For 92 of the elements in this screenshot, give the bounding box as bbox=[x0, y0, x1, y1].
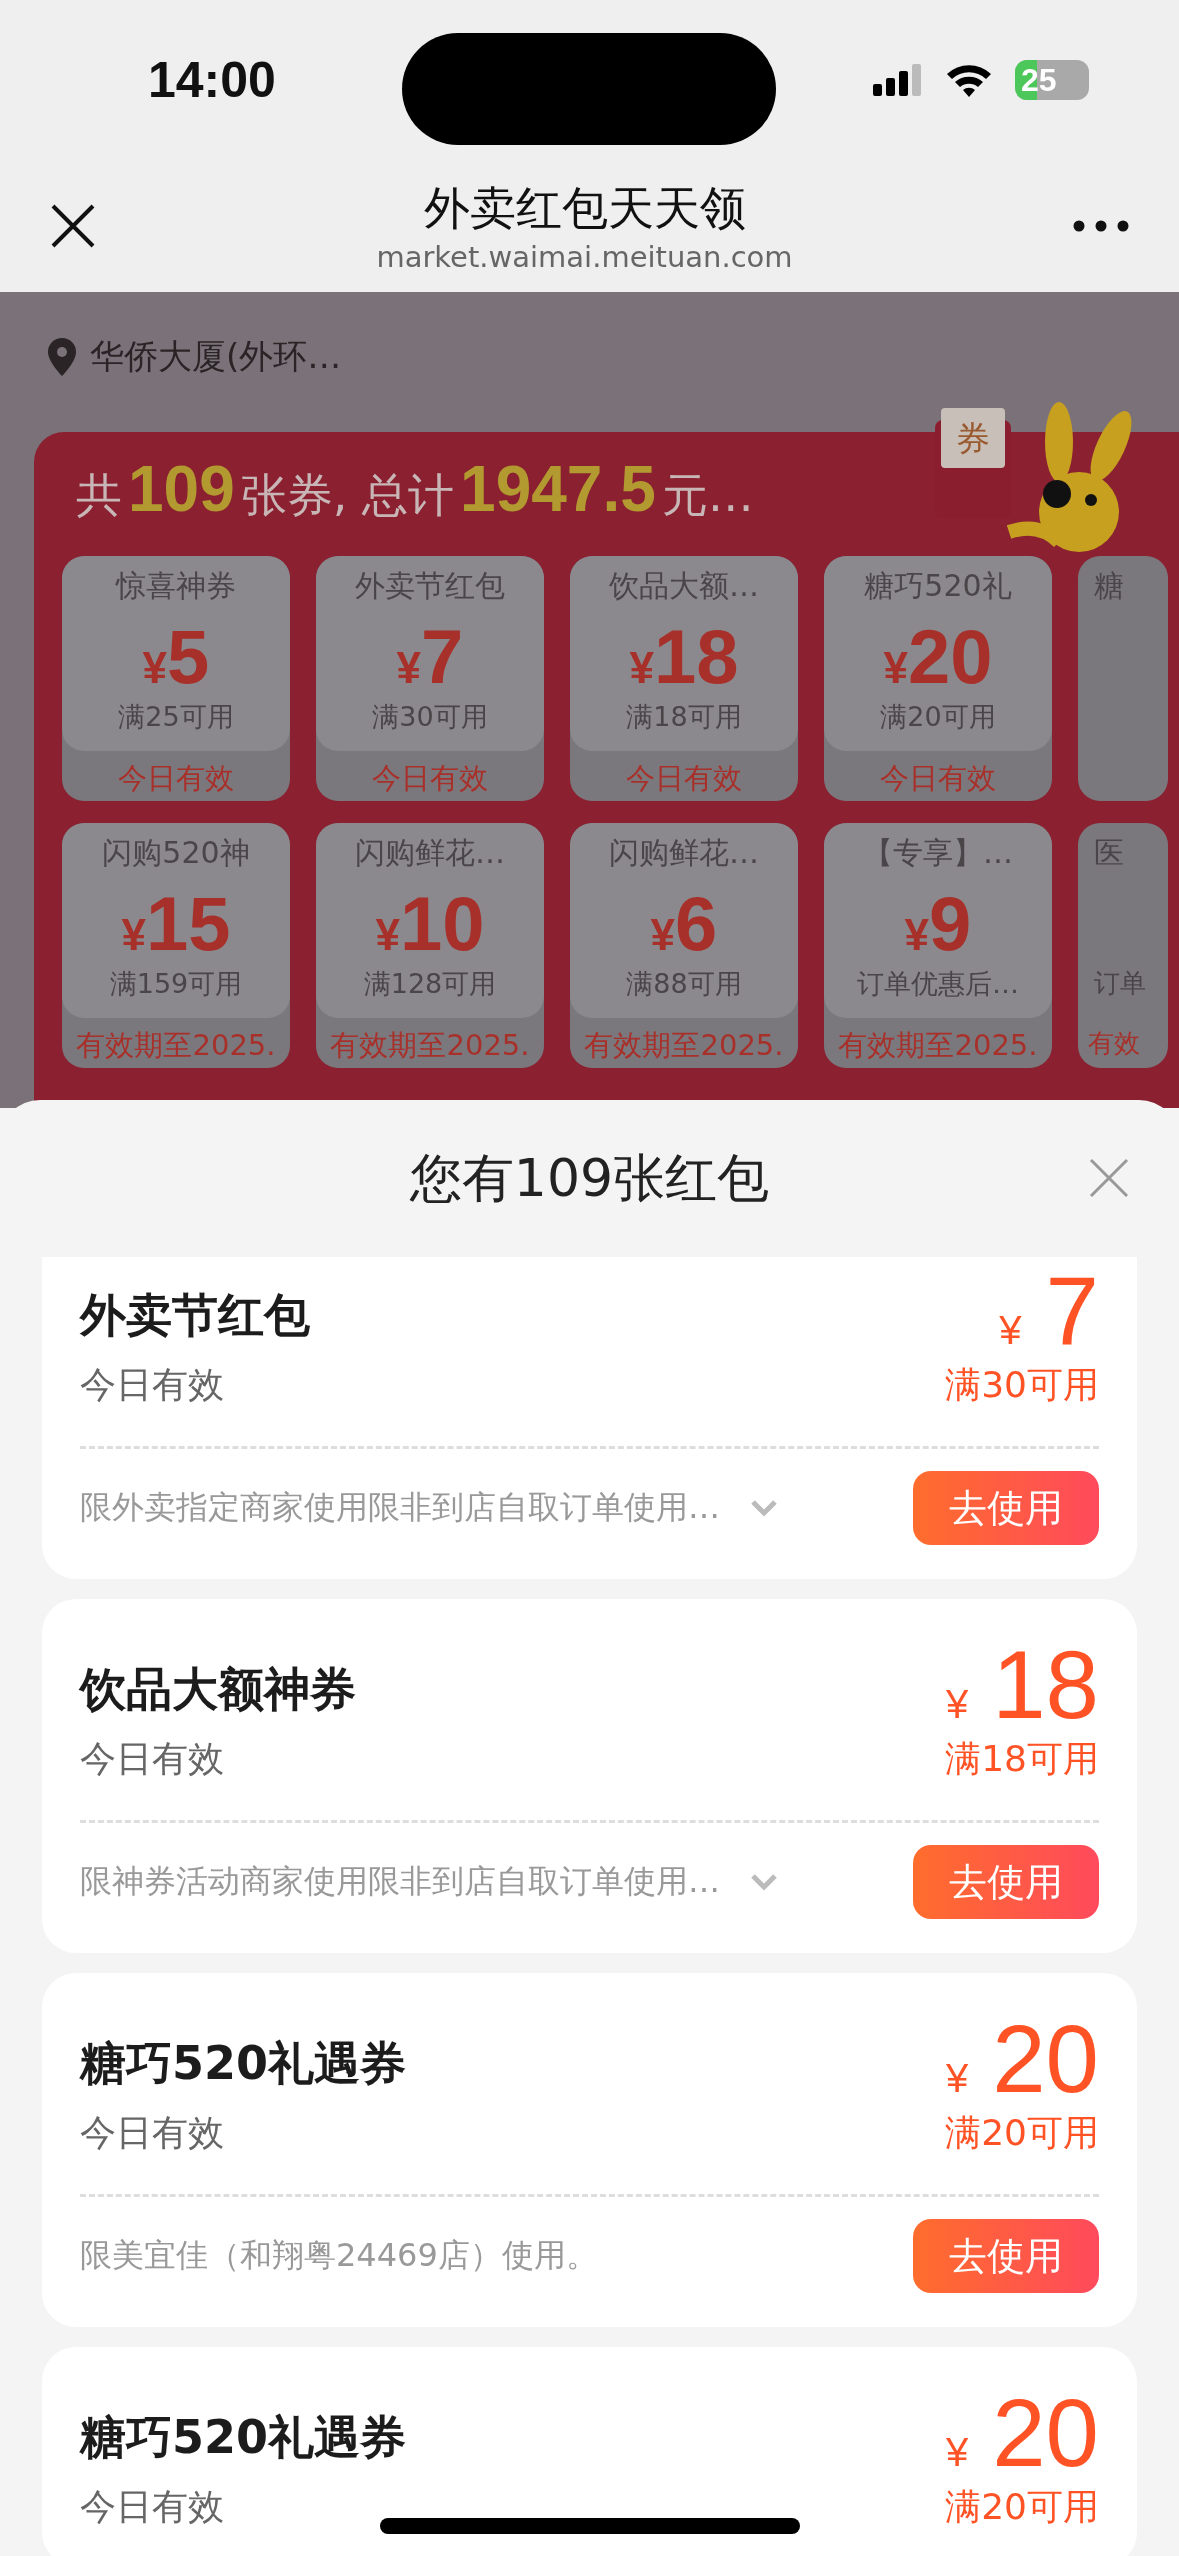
coupon-amount: 20 bbox=[992, 2383, 1099, 2483]
use-button[interactable]: 去使用 bbox=[913, 1845, 1099, 1919]
usage-rule: 限神券活动商家使用限非到店自取订单使用… bbox=[80, 1861, 720, 1902]
currency-symbol: ¥ bbox=[945, 2430, 969, 2475]
currency-symbol: ¥ bbox=[650, 910, 676, 960]
coupon-name: 外卖节红包 bbox=[355, 567, 505, 605]
coupon-name: 饮品大额… bbox=[609, 567, 759, 605]
coupon-name: 闪购鲜花… bbox=[355, 834, 505, 872]
more-icon[interactable] bbox=[1073, 220, 1129, 232]
coupon-card[interactable]: 闪购鲜花… ¥10 满128可用 有效期至2025. bbox=[316, 823, 544, 1068]
coupon-condition: 满159可用 bbox=[109, 967, 243, 1001]
coupon-condition: 满18可用 bbox=[626, 700, 742, 734]
currency-symbol: ¥ bbox=[999, 1308, 1022, 1353]
coupon-card[interactable]: 闪购鲜花… ¥6 满88可用 有效期至2025. bbox=[570, 823, 798, 1068]
coupon-validity: 有效期至2025. bbox=[330, 1027, 530, 1064]
coupon-amount: 18 bbox=[992, 1635, 1099, 1735]
coupon-title: 糖巧520礼遇券 bbox=[80, 2409, 407, 2466]
close-icon[interactable] bbox=[50, 203, 96, 249]
coupon-condition: 满20可用 bbox=[945, 2111, 1099, 2155]
summary-text: 张券, 总计 bbox=[240, 467, 455, 524]
chevron-down-icon[interactable] bbox=[750, 1872, 778, 1892]
coupon-condition: 满30可用 bbox=[945, 1363, 1099, 1407]
currency-symbol: ¥ bbox=[629, 643, 654, 693]
use-button[interactable]: 去使用 bbox=[913, 1471, 1099, 1545]
summary-text: 共 bbox=[76, 467, 122, 524]
coupon-validity: 有效 bbox=[1088, 1027, 1140, 1060]
coupon-condition: 订单优惠后… bbox=[857, 967, 1019, 1001]
coupon-count: 109 bbox=[128, 452, 235, 526]
coupon-validity: 今日有效 bbox=[80, 2111, 225, 2155]
currency-symbol: ¥ bbox=[121, 910, 146, 960]
coupon-name: 糖巧520礼 bbox=[864, 567, 1012, 605]
currency-symbol: ¥ bbox=[396, 643, 422, 693]
coupon-validity: 有效期至2025. bbox=[838, 1027, 1038, 1064]
signal-icon bbox=[873, 64, 923, 96]
coupon-name: 【专享】… bbox=[863, 834, 1013, 872]
coupon-validity: 有效期至2025. bbox=[584, 1027, 784, 1064]
page-url: market.waimai.meituan.com bbox=[376, 240, 793, 274]
coupon-validity: 今日有效 bbox=[80, 1363, 225, 1407]
coupon-condition: 满18可用 bbox=[945, 1737, 1099, 1781]
currency-symbol: ¥ bbox=[904, 910, 930, 960]
coupon-card[interactable]: 饮品大额… ¥18 满18可用 今日有效 bbox=[570, 556, 798, 801]
currency-symbol: ¥ bbox=[883, 643, 908, 693]
summary-text: 元… bbox=[661, 467, 754, 524]
coupon-title: 饮品大额神券 bbox=[80, 1661, 356, 1718]
coupon-validity: 今日有效 bbox=[626, 760, 742, 797]
location-pin-icon bbox=[48, 338, 76, 376]
coupon-amount: 10 bbox=[399, 882, 485, 966]
coupon-amount: 20 bbox=[992, 2009, 1099, 2109]
coupon-title: 外卖节红包 bbox=[80, 1287, 310, 1344]
coupon-condition: 满25可用 bbox=[118, 700, 234, 734]
coupon-amount: 5 bbox=[167, 615, 210, 699]
page-title: 外卖红包天天领 bbox=[423, 180, 746, 237]
total-amount: 1947.5 bbox=[460, 452, 656, 526]
coupon-amount: 15 bbox=[145, 882, 231, 966]
coupon-validity: 今日有效 bbox=[372, 760, 488, 797]
coupon-amount: 6 bbox=[675, 882, 718, 966]
coupon-validity: 今日有效 bbox=[118, 760, 234, 797]
coupon-condition: 满128可用 bbox=[363, 967, 497, 1001]
coupon-condition: 满20可用 bbox=[880, 700, 996, 734]
coupon-validity: 有效期至2025. bbox=[76, 1027, 276, 1064]
sheet-title: 您有109张红包 bbox=[409, 1146, 770, 1210]
coupon-card[interactable]: 糖巧520礼 ¥20 满20可用 今日有效 bbox=[824, 556, 1052, 801]
status-time: 14:00 bbox=[148, 51, 276, 109]
coupon-condition: 满88可用 bbox=[626, 967, 742, 1001]
coupon-title: 糖巧520礼遇券 bbox=[80, 2035, 407, 2092]
currency-symbol: ¥ bbox=[945, 1682, 969, 1727]
coupon-name: 闪购520神 bbox=[102, 834, 250, 872]
coupon-amount: 18 bbox=[653, 615, 739, 699]
coupon-card[interactable]: 【专享】… ¥9 订单优惠后… 有效期至2025. bbox=[824, 823, 1052, 1068]
coupon-condition: 满20可用 bbox=[945, 2485, 1099, 2529]
coupon-validity: 今日有效 bbox=[880, 760, 996, 797]
coupon-validity: 今日有效 bbox=[80, 2485, 225, 2529]
wifi-icon bbox=[945, 62, 993, 98]
coupon-card[interactable]: 惊喜神券 ¥5 满25可用 今日有效 bbox=[62, 556, 290, 801]
currency-symbol: ¥ bbox=[375, 910, 400, 960]
use-button[interactable]: 去使用 bbox=[913, 2219, 1099, 2293]
coupon-condition: 满30可用 bbox=[372, 700, 488, 734]
coupon-card[interactable]: 外卖节红包 ¥7 满30可用 今日有效 bbox=[316, 556, 544, 801]
coupon-amount: 20 bbox=[907, 615, 993, 699]
coupon-card[interactable]: 闪购520神 ¥15 满159可用 有效期至2025. bbox=[62, 823, 290, 1068]
currency-symbol: ¥ bbox=[142, 643, 168, 693]
chevron-down-icon[interactable] bbox=[750, 1498, 778, 1518]
coupon-amount: 7 bbox=[421, 615, 464, 699]
coupon-name: 闪购鲜花… bbox=[609, 834, 759, 872]
location-text[interactable]: 华侨大厦(外环… bbox=[90, 334, 342, 380]
usage-rule: 限美宜佳（和翔粤24469店）使用。 bbox=[80, 2235, 598, 2276]
usage-rule: 限外卖指定商家使用限非到店自取订单使用… bbox=[80, 1487, 720, 1528]
coupon-validity: 今日有效 bbox=[80, 1737, 225, 1781]
currency-symbol: ¥ bbox=[945, 2056, 969, 2101]
coupon-amount: 9 bbox=[929, 882, 972, 966]
coupon-amount: 7 bbox=[1045, 1261, 1099, 1361]
coupon-name: 惊喜神券 bbox=[116, 567, 236, 605]
